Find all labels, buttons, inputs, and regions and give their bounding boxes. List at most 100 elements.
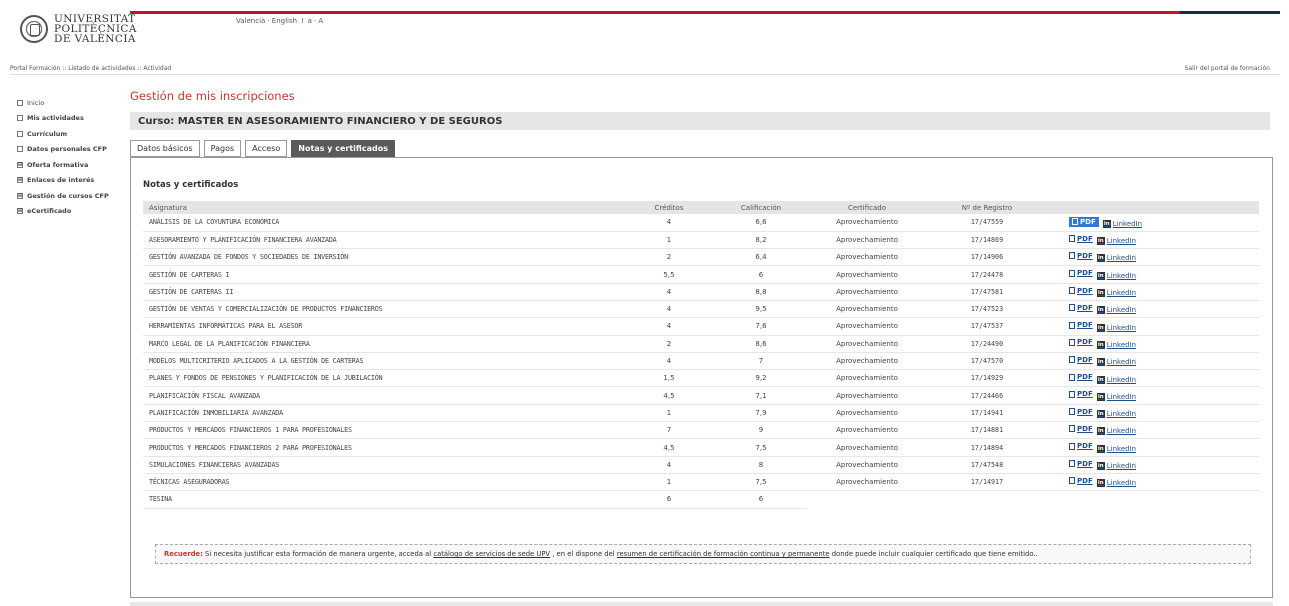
font-size-small-link[interactable]: a	[308, 17, 312, 25]
cell-certificado: Aprovechamiento	[807, 317, 927, 336]
cell-creditos: 4	[623, 300, 715, 319]
pdf-download-link[interactable]: PDF	[1069, 304, 1093, 312]
exit-portal-link[interactable]: Salir del portal de formación	[1185, 65, 1270, 72]
linkedin-share-link[interactable]: in LinkedIn	[1096, 358, 1136, 367]
pdf-download-link[interactable]: PDF	[1069, 216, 1099, 227]
linkedin-label: LinkedIn	[1106, 306, 1137, 315]
linkedin-share-link[interactable]: in LinkedIn	[1096, 254, 1136, 263]
linkedin-icon: in	[1096, 289, 1105, 298]
logo-line-3: DE VALÈNCIA	[54, 33, 136, 45]
notice-text-3: donde puede incluir cualquier certificad…	[829, 550, 1038, 558]
sidebar-item-ecertificado[interactable]: ⊞ eCertificado	[17, 204, 127, 220]
linkedin-share-link[interactable]: in LinkedIn	[1096, 479, 1136, 488]
section-title: Notas y certificados	[143, 180, 239, 190]
linkedin-share-link[interactable]: in LinkedIn	[1096, 444, 1136, 453]
sidebar-item-mis-actividades[interactable]: Mis actividades	[17, 111, 127, 127]
cell-asignatura: TÉCNICAS ASEGURADORAS	[143, 473, 623, 492]
certification-summary-link[interactable]: resumen de certificación de formación co…	[617, 550, 830, 558]
linkedin-share-link[interactable]: in LinkedIn	[1096, 271, 1136, 280]
cell-certificado: Aprovechamiento	[807, 265, 927, 284]
cell-asignatura: MODELOS MULTICRITERIO APLICADOS A LA GES…	[143, 352, 623, 371]
cell-registro: 17/14881	[927, 421, 1047, 440]
cell-asignatura: ASESORAMIENTO Y PLANIFICACIÓN FINANCIERA…	[143, 231, 623, 250]
cell-certificado: Aprovechamiento	[807, 404, 927, 423]
cell-calificacion: 7,1	[715, 386, 807, 405]
tab-notas-certificados[interactable]: Notas y certificados	[291, 140, 395, 157]
linkedin-share-link[interactable]: in LinkedIn	[1096, 392, 1136, 401]
cell-creditos: 4	[623, 283, 715, 301]
cell-certificado: Aprovechamiento	[807, 335, 927, 353]
sidebar-item-datos-personales[interactable]: Datos personales CFP	[17, 142, 127, 158]
sidebar-item-oferta-formativa[interactable]: ⊞ Oferta formativa	[17, 157, 127, 173]
cell-creditos: 5,5	[623, 265, 715, 284]
pdf-download-link[interactable]: PDF	[1069, 477, 1093, 485]
university-name: UNIVERSITAT POLITÈCNICA DE VALÈNCIA	[54, 14, 137, 45]
cell-creditos: 1,5	[623, 369, 715, 388]
breadcrumb[interactable]: Portal Formación :: Listado de actividad…	[10, 65, 171, 72]
pdf-download-link[interactable]: PDF	[1069, 321, 1093, 329]
top-accent-bar	[130, 11, 1280, 14]
pdf-download-link[interactable]: PDF	[1069, 442, 1093, 450]
lang-english-link[interactable]: English	[272, 17, 297, 25]
sidebar-item-gestion-cursos[interactable]: ⊞ Gestión de cursos CFP	[17, 188, 127, 204]
cell-calificacion: 6	[715, 490, 807, 509]
pdf-download-link[interactable]: PDF	[1069, 460, 1093, 468]
cell-certificado: Aprovechamiento	[807, 473, 927, 492]
pdf-download-link[interactable]: PDF	[1069, 269, 1093, 277]
cell-actions: PDF in LinkedIn	[1047, 300, 1259, 319]
sidebar: Inicio Mis actividades Currículum Datos …	[17, 95, 127, 219]
cell-asignatura: GESTIÓN DE CARTERAS II	[143, 283, 623, 301]
pdf-download-link[interactable]: PDF	[1069, 338, 1093, 346]
font-size-large-link[interactable]: A	[318, 17, 323, 25]
university-logo[interactable]: UNIVERSITAT POLITÈCNICA DE VALÈNCIA	[20, 14, 137, 44]
linkedin-icon: in	[1096, 358, 1105, 367]
cell-calificacion: 8,2	[715, 231, 807, 250]
lang-valencia-link[interactable]: Valencià	[236, 17, 265, 25]
linkedin-share-link[interactable]: in LinkedIn	[1096, 323, 1136, 332]
linkedin-share-link[interactable]: in LinkedIn	[1096, 340, 1136, 349]
table-row: HERRAMIENTAS INFORMÁTICAS PARA EL ASESOR…	[143, 317, 1259, 336]
pdf-download-link[interactable]: PDF	[1069, 252, 1093, 260]
linkedin-share-link[interactable]: in LinkedIn	[1096, 427, 1136, 436]
tab-bar: Datos básicos Pagos Acceso Notas y certi…	[130, 140, 395, 157]
pdf-label: PDF	[1077, 442, 1093, 451]
cell-actions: PDF in LinkedIn	[1047, 265, 1259, 284]
catalog-link[interactable]: catálogo de servicios de sede UPV	[433, 550, 550, 558]
linkedin-share-link[interactable]: in LinkedIn	[1102, 220, 1142, 229]
pdf-download-link[interactable]: PDF	[1069, 287, 1093, 295]
sidebar-item-inicio[interactable]: Inicio	[17, 95, 127, 111]
linkedin-share-link[interactable]: in LinkedIn	[1096, 462, 1136, 471]
cell-calificacion: 6,4	[715, 248, 807, 267]
pdf-label: PDF	[1077, 407, 1093, 416]
pdf-file-icon	[1072, 218, 1078, 226]
pdf-download-link[interactable]: PDF	[1069, 390, 1093, 398]
pdf-download-link[interactable]: PDF	[1069, 408, 1093, 416]
tab-datos-basicos[interactable]: Datos básicos	[130, 140, 200, 157]
pdf-download-link[interactable]: PDF	[1069, 235, 1093, 243]
linkedin-share-link[interactable]: in LinkedIn	[1096, 410, 1136, 419]
cell-creditos: 7	[623, 421, 715, 440]
table-row: GESTIÓN DE CARTERAS I 5,5 6 Aprovechamiento…	[143, 265, 1259, 284]
linkedin-icon: in	[1096, 254, 1105, 263]
table-row: TÉCNICAS ASEGURADORAS 1 7,5 Aprovechamiento…	[143, 473, 1259, 492]
pdf-download-link[interactable]: PDF	[1069, 373, 1093, 381]
sidebar-item-curriculum[interactable]: Currículum	[17, 126, 127, 142]
cell-registro: 17/14894	[927, 438, 1047, 457]
linkedin-share-link[interactable]: in LinkedIn	[1096, 306, 1137, 315]
cell-certificado: Aprovechamiento	[807, 421, 927, 440]
linkedin-share-link[interactable]: in LinkedIn	[1096, 237, 1136, 246]
cell-asignatura: SIMULACIONES FINANCIERAS AVANZADAS	[143, 456, 623, 474]
tab-pagos[interactable]: Pagos	[203, 140, 242, 157]
pdf-download-link[interactable]: PDF	[1069, 356, 1093, 364]
tab-acceso[interactable]: Acceso	[245, 140, 288, 157]
pdf-download-link[interactable]: PDF	[1069, 425, 1093, 433]
cell-creditos: 4	[623, 317, 715, 336]
sidebar-item-enlaces[interactable]: ⊞ Enlaces de interés	[17, 173, 127, 189]
pdf-file-icon	[1069, 338, 1075, 346]
linkedin-share-link[interactable]: in LinkedIn	[1096, 375, 1136, 384]
cell-certificado: Aprovechamiento	[807, 438, 927, 457]
linkedin-icon: in	[1096, 237, 1105, 246]
grades-table: Asignatura Créditos Calificación Certifi…	[143, 201, 1259, 509]
grades-table-body: ANÁLISIS DE LA COYUNTURA ECONÓMICA 4 6,6 Ap…	[143, 214, 1259, 509]
linkedin-share-link[interactable]: in LinkedIn	[1096, 289, 1136, 298]
